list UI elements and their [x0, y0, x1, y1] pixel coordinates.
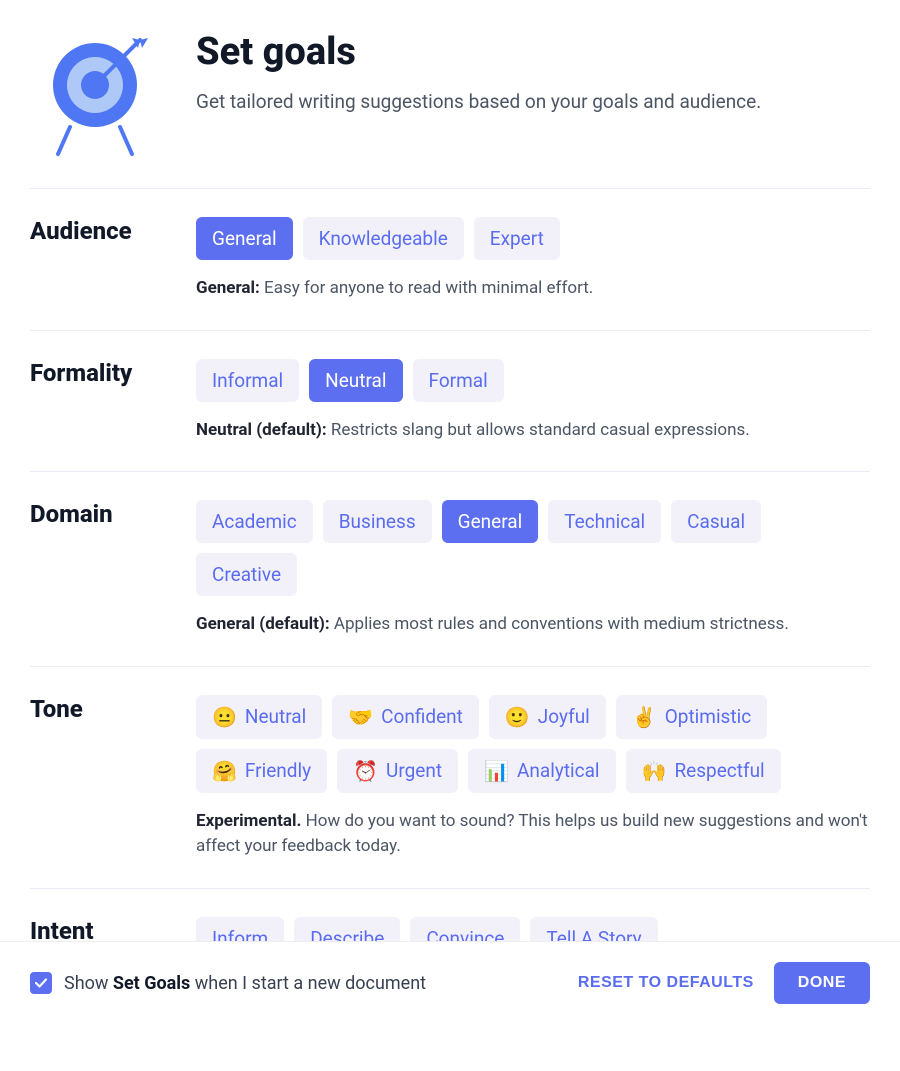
domain-option-academic[interactable]: Academic [196, 500, 313, 543]
tone-option-analytical[interactable]: 📊Analytical [468, 749, 615, 793]
formality-help: Neutral (default): Restricts slang but a… [196, 418, 870, 444]
domain-option-casual[interactable]: Casual [671, 500, 761, 543]
friendly-emoji-icon: 🤗 [212, 759, 237, 783]
tone-option-optimistic[interactable]: ✌️Optimistic [616, 695, 767, 739]
formality-option-formal[interactable]: Formal [413, 359, 504, 402]
footer-bar: Show Set Goals when I start a new docume… [0, 941, 900, 1024]
domain-help: General (default): Applies most rules an… [196, 612, 870, 638]
tone-options: 😐Neutral 🤝Confident 🙂Joyful ✌️Optimistic… [196, 695, 870, 793]
analytical-emoji-icon: 📊 [484, 759, 509, 783]
page-subtitle: Get tailored writing suggestions based o… [196, 88, 870, 117]
tone-option-respectful[interactable]: 🙌Respectful [626, 749, 781, 793]
audience-option-knowledgeable[interactable]: Knowledgeable [303, 217, 464, 260]
show-on-new-doc-label: Show Set Goals when I start a new docume… [64, 973, 426, 994]
audience-help: General: Easy for anyone to read with mi… [196, 276, 870, 302]
confident-emoji-icon: 🤝 [348, 705, 373, 729]
tone-option-urgent[interactable]: ⏰Urgent [337, 749, 458, 793]
reset-to-defaults-button[interactable]: RESET TO DEFAULTS [570, 964, 762, 1002]
formality-options: Informal Neutral Formal [196, 359, 870, 402]
section-audience: Audience General Knowledgeable Expert Ge… [30, 189, 870, 331]
audience-option-general[interactable]: General [196, 217, 293, 260]
done-button[interactable]: DONE [774, 962, 870, 1004]
section-domain: Domain Academic Business General Technic… [30, 472, 870, 667]
tone-option-friendly[interactable]: 🤗Friendly [196, 749, 327, 793]
target-icon [40, 30, 150, 160]
check-icon [34, 976, 48, 990]
respectful-emoji-icon: 🙌 [642, 759, 667, 783]
show-on-new-doc-checkbox[interactable] [30, 972, 52, 994]
joyful-emoji-icon: 🙂 [505, 705, 530, 729]
domain-option-general[interactable]: General [442, 500, 539, 543]
section-tone: Tone 😐Neutral 🤝Confident 🙂Joyful ✌️Optim… [30, 667, 870, 889]
formality-option-informal[interactable]: Informal [196, 359, 299, 402]
tone-option-neutral[interactable]: 😐Neutral [196, 695, 322, 739]
section-formality: Formality Informal Neutral Formal Neutra… [30, 331, 870, 473]
section-label-audience: Audience [30, 217, 160, 245]
domain-option-technical[interactable]: Technical [548, 500, 661, 543]
audience-options: General Knowledgeable Expert [196, 217, 870, 260]
domain-option-business[interactable]: Business [323, 500, 432, 543]
section-label-formality: Formality [30, 359, 160, 387]
tone-option-confident[interactable]: 🤝Confident [332, 695, 479, 739]
formality-option-neutral[interactable]: Neutral [309, 359, 402, 402]
domain-option-creative[interactable]: Creative [196, 553, 297, 596]
tone-option-joyful[interactable]: 🙂Joyful [489, 695, 606, 739]
page-title: Set goals [196, 30, 870, 74]
optimistic-emoji-icon: ✌️ [632, 705, 657, 729]
domain-options: Academic Business General Technical Casu… [196, 500, 870, 596]
tone-help: Experimental. How do you want to sound? … [196, 809, 870, 860]
section-label-tone: Tone [30, 695, 160, 723]
urgent-emoji-icon: ⏰ [353, 759, 378, 783]
audience-option-expert[interactable]: Expert [474, 217, 560, 260]
section-label-domain: Domain [30, 500, 160, 528]
neutral-emoji-icon: 😐 [212, 705, 237, 729]
